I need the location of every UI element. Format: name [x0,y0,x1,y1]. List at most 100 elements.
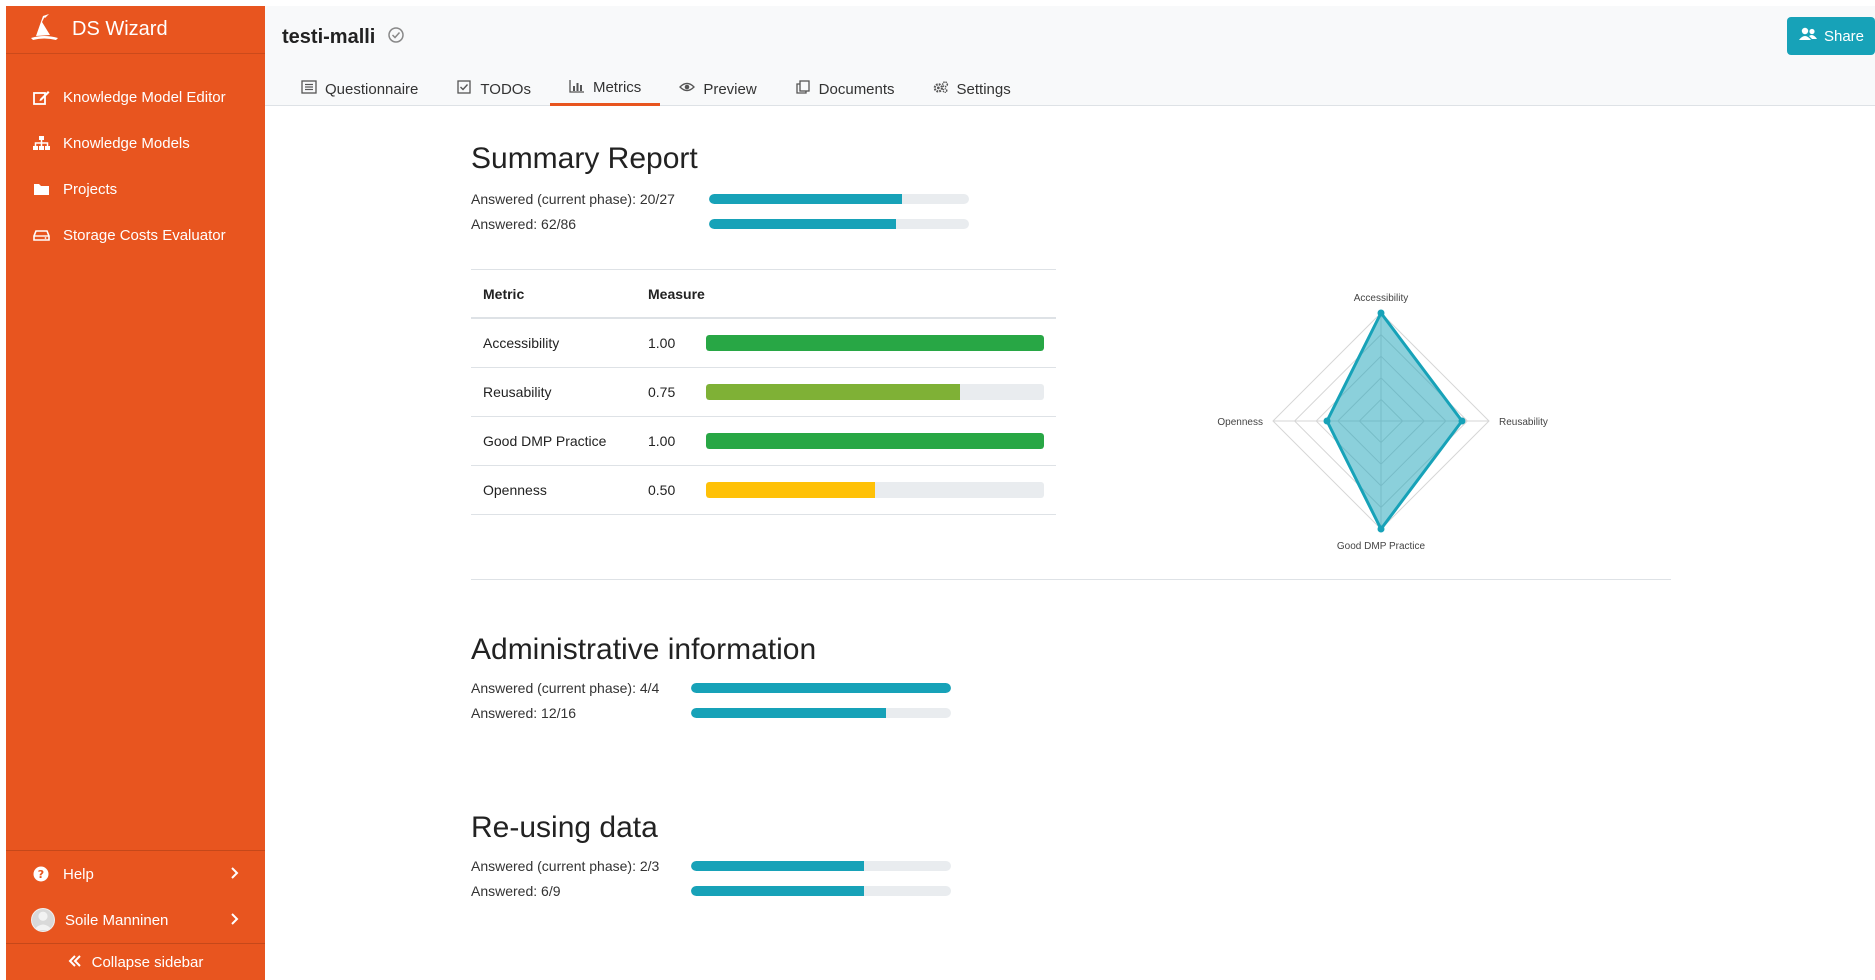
sidebar-item-label: Storage Costs Evaluator [63,226,226,244]
progress-bar [691,885,951,896]
column-header-metric: Metric [483,285,525,302]
tab-preview[interactable]: Preview [660,72,775,106]
progress-row: Answered: 6/9 [471,878,951,903]
radar-point [1377,525,1385,533]
user-menu[interactable]: Soile Manninen [6,897,265,943]
table-row: Reusability 0.75 [471,368,1056,417]
section-title: Administrative information [471,633,817,666]
help-menu[interactable]: ? Help [6,851,265,897]
radar-axis-label: Openness [1217,417,1263,428]
tab-label: TODOs [480,80,531,98]
edit-icon [31,89,51,105]
summary-report-title: Summary Report [471,142,698,175]
metric-bar-fill [706,433,1044,449]
section-progress: Answered (current phase): 4/4 Answered: … [471,675,951,725]
tab-label: Settings [956,80,1011,98]
user-name: Soile Manninen [65,911,169,929]
progress-label: Answered: 62/86 [471,215,577,232]
metric-name: Accessibility [483,335,560,351]
hdd-icon [31,227,51,243]
progress-label: Answered (current phase): 2/3 [471,857,660,874]
wizard-hat-icon [26,12,62,47]
double-chevron-left-icon [68,954,92,971]
metric-bar [706,335,1044,351]
bar-chart-icon [569,79,593,97]
tab-questionnaire[interactable]: Questionnaire [282,72,437,106]
progress-bar [709,193,969,204]
tab-label: Metrics [592,79,642,96]
sitemap-icon [31,135,51,151]
cogs-icon [933,80,957,98]
chevron-right-icon [230,912,240,929]
radar-axis-label: Reusability [1499,417,1548,428]
help-label: Help [63,865,94,883]
radar-axis-label: Good DMP Practice [1337,541,1426,552]
avatar [31,908,55,932]
tab-metrics[interactable]: Metrics [549,72,661,106]
sidebar-menu: Knowledge Model Editor Knowledge Models … [6,74,265,258]
app-name: DS Wizard [72,18,168,40]
collapse-label: Collapse sidebar [91,953,204,971]
tab-label: Documents [818,80,895,98]
sidebar-item-knowledge-models[interactable]: Knowledge Models [6,120,265,166]
sidebar-item-label: Knowledge Models [63,134,190,152]
chevron-right-icon [230,866,240,883]
sidebar-item-projects[interactable]: Projects [6,166,265,212]
radar-chart-svg: Accessibility Reusability Good DMP Practic… [1217,293,1548,552]
metric-value: 0.50 [648,482,676,498]
list-icon [301,80,325,98]
folder-icon [31,181,51,197]
sidebar-item-storage-costs-evaluator[interactable]: Storage Costs Evaluator [6,212,265,258]
radar-point [1323,417,1331,425]
progress-bar [709,218,969,229]
progress-row: Answered (current phase): 20/27 [471,186,969,211]
title-row: testi-malli [282,26,405,49]
section-title: Re-using data [471,811,658,844]
sidebar-item-label: Projects [63,180,118,198]
progress-fill [691,885,865,896]
metric-bar [706,433,1044,449]
metric-name: Good DMP Practice [483,433,607,449]
tab-label: Preview [703,80,757,98]
metric-value: 1.00 [648,433,676,449]
sidebar-item-label: Knowledge Model Editor [63,88,226,106]
progress-fill [691,860,865,871]
progress-bar [691,860,951,871]
progress-label: Answered: 12/16 [471,704,577,721]
check-circle-icon [375,26,405,49]
progress-bar [691,682,951,693]
tab-settings[interactable]: Settings [914,72,1030,106]
section-progress: Answered (current phase): 2/3 Answered: … [471,853,951,903]
radar-chart: Accessibility Reusability Good DMP Practic… [1171,256,1591,586]
column-header-measure: Measure [648,285,705,302]
metric-value: 1.00 [648,335,676,351]
radar-series-area [1325,311,1464,531]
tab-label: Questionnaire [325,80,419,98]
progress-row: Answered: 62/86 [471,211,969,236]
table-row: Good DMP Practice 1.00 [471,417,1056,466]
progress-fill [709,218,897,229]
metric-bar-fill [706,384,960,400]
progress-fill [709,193,902,204]
progress-label: Answered (current phase): 20/27 [471,190,675,207]
tab-documents[interactable]: Documents [776,72,914,106]
collapse-sidebar-button[interactable]: Collapse sidebar [6,944,265,980]
share-label: Share [1823,27,1865,45]
progress-fill [691,682,951,693]
progress-row: Answered (current phase): 4/4 [471,675,951,700]
divider [471,579,1671,580]
project-tabs: Questionnaire TODOs Metrics Preview Docu… [282,72,1030,106]
tab-todos[interactable]: TODOs [437,72,550,106]
sidebar-bottom: ? Help Soile Manninen Collapse sidebar [6,850,265,980]
metric-bar [706,384,1044,400]
progress-label: Answered: 6/9 [471,882,561,899]
progress-bar [691,707,951,718]
progress-row: Answered: 12/16 [471,700,951,725]
metric-name: Openness [483,482,547,498]
brand[interactable]: DS Wizard [6,6,265,54]
share-button[interactable]: Share [1787,17,1875,55]
progress-fill [691,707,886,718]
project-title: testi-malli [282,26,376,48]
metric-value: 0.75 [648,384,676,400]
sidebar-item-knowledge-model-editor[interactable]: Knowledge Model Editor [6,74,265,120]
